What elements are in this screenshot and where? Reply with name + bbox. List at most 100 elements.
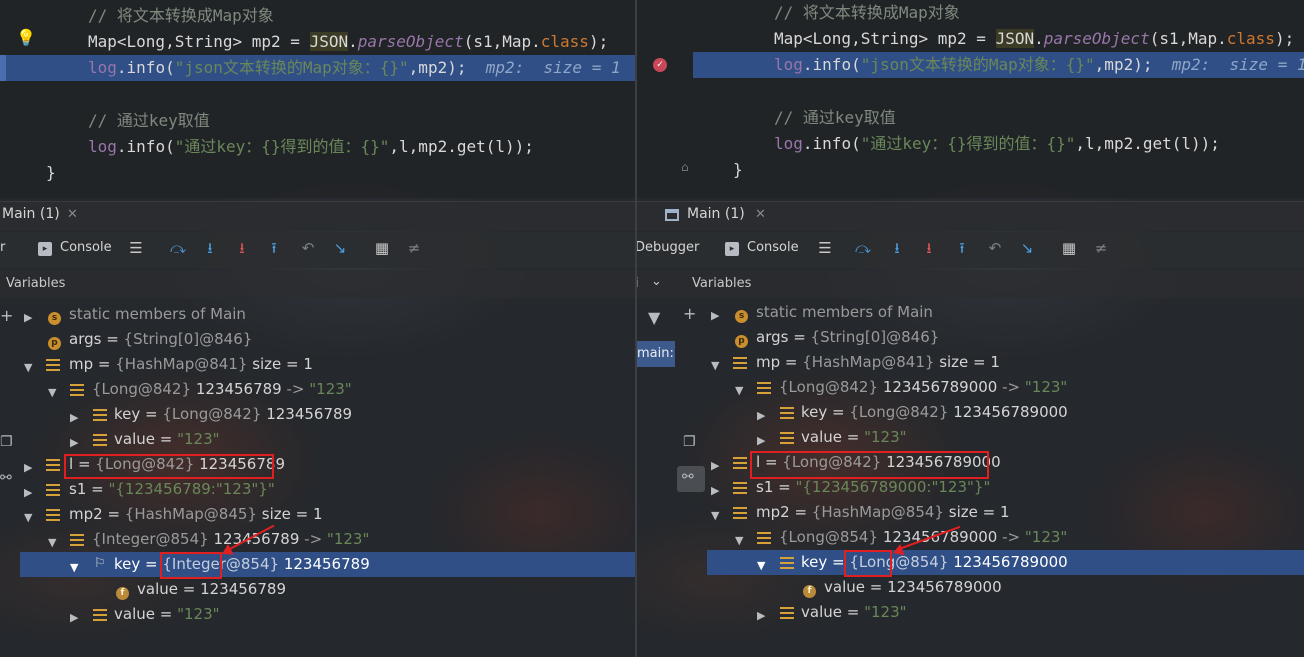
var-row[interactable]: value = "123" <box>114 602 220 627</box>
tab-debugger[interactable]: Debugger <box>637 240 699 255</box>
var-row-selected[interactable]: key = {Integer@854} 123456789 <box>114 552 370 577</box>
step-into-icon[interactable]: ⭳ <box>200 238 220 258</box>
field-icon <box>780 607 794 619</box>
expand-icon[interactable]: ▶ <box>24 461 32 474</box>
tab-console[interactable]: Console <box>747 240 799 255</box>
code-editor[interactable]: ✓ ⌂ // 将文本转换成Map对象 Map<Long,String> mp2 … <box>637 0 1304 198</box>
close-icon[interactable]: ✕ <box>755 207 766 222</box>
menu-icon[interactable]: ☰ <box>815 238 835 258</box>
step-into-icon[interactable]: ⭳ <box>887 238 907 258</box>
step-out-icon[interactable]: ⭱ <box>952 238 972 258</box>
menu-icon[interactable]: ☰ <box>126 238 146 258</box>
var-row[interactable]: mp2 = {HashMap@845} size = 1 <box>69 502 322 527</box>
collapse-icon[interactable]: ▼ <box>48 386 56 399</box>
tab-main[interactable]: Main (1) <box>687 206 745 222</box>
drop-frame-icon[interactable]: ↶ <box>985 238 1005 258</box>
debug-toolbar: r ▸ Console ☰ ⤼ ⭳ ⭳ ⭱ ↶ ↘ ▦ ≠ <box>0 232 635 268</box>
thread-main[interactable]: main: <box>637 341 675 367</box>
field-f-icon: f <box>803 585 816 598</box>
collapse-icon[interactable]: ▼ <box>757 559 765 572</box>
drop-frame-icon[interactable]: ↶ <box>298 238 318 258</box>
variables-header: i ⌄ Variables <box>637 270 1304 298</box>
var-row[interactable]: key = {Long@842} 123456789 <box>114 402 352 427</box>
step-out-icon[interactable]: ⭱ <box>264 238 284 258</box>
bulb-icon[interactable]: 💡 <box>16 28 36 47</box>
collapse-icon[interactable]: ▼ <box>735 534 743 547</box>
var-row[interactable]: {Long@842} 123456789000 -> "123" <box>779 375 1067 400</box>
step-over-icon[interactable]: ⤼ <box>168 238 188 258</box>
code-line-current: log.info("json文本转换的Map对象：{}",mp2); mp2: … <box>774 55 1304 74</box>
var-row[interactable]: value = "123" <box>801 600 907 625</box>
expand-icon[interactable]: ▶ <box>70 411 78 424</box>
glasses-icon[interactable]: ⚯ <box>0 470 12 486</box>
var-row[interactable]: value = 123456789 <box>137 577 286 602</box>
add-icon[interactable]: + <box>0 306 13 325</box>
close-icon[interactable]: ✕ <box>67 207 78 222</box>
var-row[interactable]: {Long@854} 123456789000 -> "123" <box>779 525 1067 550</box>
var-row[interactable]: key = {Long@842} 123456789000 <box>801 400 1068 425</box>
add-icon[interactable]: + <box>683 304 696 323</box>
expand-icon[interactable]: ▶ <box>70 436 78 449</box>
var-row[interactable]: mp2 = {HashMap@854} size = 1 <box>756 500 1009 525</box>
step-over-icon[interactable]: ⤼ <box>853 238 873 258</box>
run-to-cursor-icon[interactable]: ↘ <box>330 238 350 258</box>
field-icon <box>757 532 771 544</box>
expand-icon[interactable]: ▶ <box>24 311 32 324</box>
collapse-icon[interactable]: ▼ <box>711 359 719 372</box>
field-icon <box>46 459 60 471</box>
expand-icon[interactable]: ▶ <box>757 409 765 422</box>
expand-icon[interactable]: ▶ <box>711 459 719 472</box>
glasses-icon[interactable]: ⚯ <box>682 469 694 485</box>
expand-icon[interactable]: ▶ <box>711 484 719 497</box>
force-step-into-icon[interactable]: ⭳ <box>919 238 939 258</box>
evaluate-icon[interactable]: ▦ <box>1059 238 1079 258</box>
field-icon <box>733 457 747 469</box>
field-icon <box>46 484 60 496</box>
force-step-into-icon[interactable]: ⭳ <box>232 238 252 258</box>
expand-icon[interactable]: ▶ <box>757 609 765 622</box>
copy-icon[interactable]: ❐ <box>0 434 13 450</box>
var-row[interactable]: args = {String[0]@846} <box>69 327 252 352</box>
code-comment: // 将文本转换成Map对象 <box>88 6 274 25</box>
copy-icon[interactable]: ❐ <box>683 434 696 450</box>
tab-main[interactable]: Main (1) <box>2 206 60 222</box>
left-debug-pane: 💡 // 将文本转换成Map对象 Map<Long,String> mp2 = … <box>0 0 635 657</box>
var-row[interactable]: value = 123456789000 <box>824 575 1002 600</box>
collapse-icon[interactable]: ▼ <box>735 384 743 397</box>
var-row[interactable]: mp = {HashMap@841} size = 1 <box>756 350 1000 375</box>
var-row[interactable]: {Long@842} 123456789 -> "123" <box>92 377 352 402</box>
field-icon <box>780 407 794 419</box>
filter-icon[interactable]: ▼ <box>648 308 660 327</box>
expand-icon[interactable]: ▶ <box>757 434 765 447</box>
var-row[interactable]: args = {String[0]@846} <box>756 325 939 350</box>
evaluate-icon[interactable]: ▦ <box>372 238 392 258</box>
var-row[interactable]: static members of Main <box>756 300 933 325</box>
expand-icon[interactable]: ▶ <box>70 611 78 624</box>
collapse-icon[interactable]: ▼ <box>711 509 719 522</box>
code-editor[interactable]: 💡 // 将文本转换成Map对象 Map<Long,String> mp2 = … <box>0 0 635 198</box>
var-row[interactable]: value = "123" <box>114 427 220 452</box>
code-brace: } <box>46 163 56 182</box>
expand-icon[interactable]: ▶ <box>24 486 32 499</box>
var-row[interactable]: s1 = "{123456789:"123"}" <box>69 477 275 502</box>
var-row-selected[interactable]: key = {Long@854} 123456789000 <box>801 550 1068 575</box>
run-to-cursor-icon[interactable]: ↘ <box>1017 238 1037 258</box>
var-row[interactable]: mp = {HashMap@841} size = 1 <box>69 352 313 377</box>
trace-icon[interactable]: ≠ <box>1091 238 1111 258</box>
collapse-icon[interactable]: ▼ <box>70 561 78 574</box>
var-row[interactable]: value = "123" <box>801 425 907 450</box>
collapse-icon[interactable]: ▼ <box>24 511 32 524</box>
tab-console[interactable]: Console <box>60 240 112 255</box>
debug-tab-bar: Main (1) ✕ <box>0 201 635 231</box>
fold-icon[interactable]: ⌂ <box>681 160 689 174</box>
chevron-down-icon[interactable]: ⌄ <box>651 274 662 289</box>
var-row[interactable]: static members of Main <box>69 302 246 327</box>
variables-header: Variables <box>0 270 635 298</box>
collapse-icon[interactable]: ▼ <box>24 361 32 374</box>
trace-icon[interactable]: ≠ <box>404 238 424 258</box>
code-line: Map<Long,String> mp2 = JSON.parseObject(… <box>88 32 609 51</box>
collapse-icon[interactable]: ▼ <box>48 536 56 549</box>
breakpoint-icon[interactable]: ✓ <box>653 58 667 72</box>
tab-debugger[interactable]: r <box>0 240 5 255</box>
expand-icon[interactable]: ▶ <box>711 309 719 322</box>
